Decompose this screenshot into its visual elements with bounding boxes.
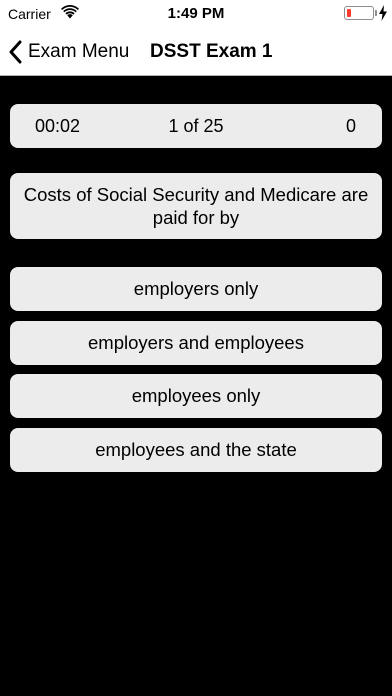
battery-nub xyxy=(375,10,377,16)
question-progress: 1 of 25 xyxy=(168,116,224,136)
question-text: Costs of Social Security and Medicare ar… xyxy=(10,173,382,239)
answer-option-2[interactable]: employers and employees xyxy=(10,321,382,365)
back-button[interactable]: Exam Menu xyxy=(8,38,129,66)
navigation-bar: Exam Menu DSST Exam 1 xyxy=(0,28,392,76)
score: 0 xyxy=(345,116,356,136)
chevron-left-icon xyxy=(9,40,22,64)
answer-option-4[interactable]: employees and the state xyxy=(10,428,382,472)
charging-bolt-icon xyxy=(379,5,387,21)
status-bar: Carrier 1:49 PM xyxy=(0,0,392,28)
answer-option-3[interactable]: employees only xyxy=(10,374,382,418)
quiz-info-bar: 00:02 1 of 25 0 xyxy=(10,104,382,148)
page-title: DSST Exam 1 xyxy=(150,41,273,62)
answer-option-1[interactable]: employers only xyxy=(10,267,382,311)
status-time: 1:49 PM xyxy=(167,5,225,22)
battery-icon xyxy=(344,6,374,20)
battery-level xyxy=(346,8,351,17)
back-button-label: Exam Menu xyxy=(28,41,130,62)
